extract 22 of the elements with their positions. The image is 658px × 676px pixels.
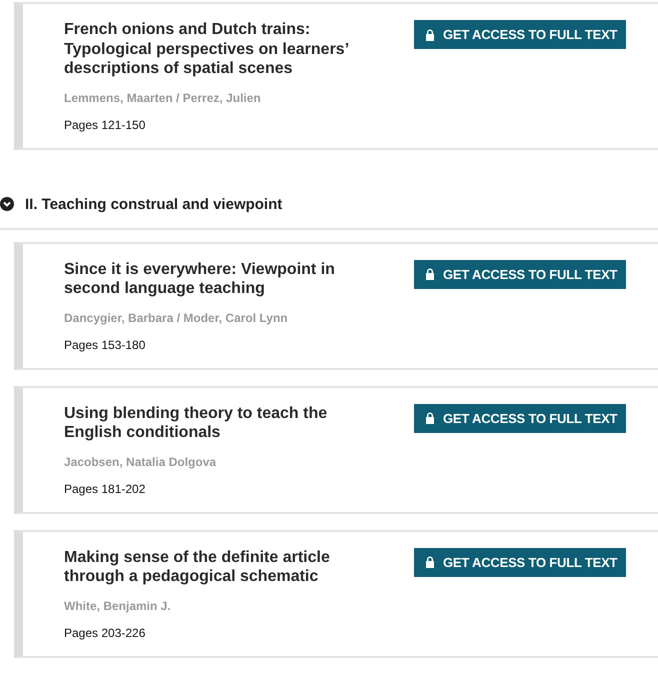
page-range: Pages 153-180 [64, 338, 146, 352]
page-range: Pages 121-150 [64, 118, 146, 132]
chapter-title[interactable]: Making sense of the definite article through a pedagogical schematic [64, 548, 364, 586]
chapter-authors: Lemmens, Maarten / Perrez, Julien [64, 90, 262, 104]
chapter-authors: Jacobsen, Natalia Dolgova [64, 454, 218, 468]
lock-icon [425, 28, 435, 40]
chapter-title[interactable]: French onions and Dutch trains: Typological perspectives on learners’ descriptions of spatial scenes [64, 20, 364, 78]
chapter-title[interactable]: Since it is everywhere: Viewpoint in second language teaching [64, 260, 364, 298]
access-button[interactable]: GET ACCESS TO FULL TEXT [414, 548, 626, 576]
chapter-authors: White, Benjamin J. [64, 598, 172, 612]
lock-icon [425, 556, 435, 568]
lock-icon [425, 268, 435, 280]
page-range: Pages 203-226 [64, 626, 146, 640]
chapter-title[interactable]: Using blending theory to teach the English conditionals [64, 404, 364, 442]
access-button[interactable]: GET ACCESS TO FULL TEXT [414, 260, 626, 288]
section-heading[interactable]: II. Teaching construal and viewpoint [25, 196, 282, 212]
access-button[interactable]: GET ACCESS TO FULL TEXT [414, 20, 626, 49]
chapter-authors: Dancygier, Barbara / Moder, Carol Lynn [64, 310, 289, 324]
access-button[interactable]: GET ACCESS TO FULL TEXT [414, 404, 626, 432]
chevron-down-icon[interactable] [0, 197, 14, 211]
lock-icon [425, 412, 435, 424]
page-range: Pages 181-202 [64, 482, 146, 496]
